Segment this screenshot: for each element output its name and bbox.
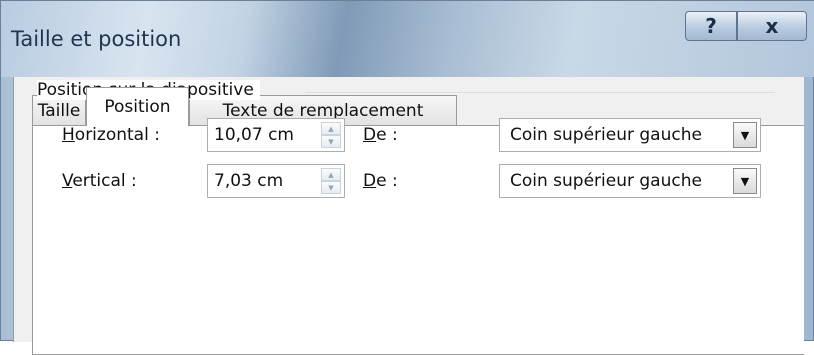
spin-down-icon[interactable]: ▼ — [321, 135, 341, 148]
vertical-spinner[interactable]: 7,03 cm ▲ ▼ — [207, 164, 345, 198]
chevron-down-icon[interactable]: ▼ — [733, 168, 757, 194]
horizontal-value: 10,07 cm — [214, 125, 294, 145]
spin-up-icon[interactable]: ▲ — [321, 122, 341, 135]
tab-panel — [32, 125, 804, 355]
close-button[interactable]: x — [737, 11, 807, 41]
horizontal-de-label: De : — [363, 125, 398, 145]
vertical-from-value: Coin supérieur gauche — [510, 171, 702, 191]
vertical-de-label: De : — [363, 171, 398, 191]
horizontal-from-value: Coin supérieur gauche — [510, 125, 702, 145]
title-bar[interactable]: Taille et position ? x — [1, 1, 814, 77]
help-button[interactable]: ? — [685, 11, 737, 41]
dialog-client-area: Taille Position Texte de remplacement — [13, 77, 804, 355]
horizontal-spinner[interactable]: 10,07 cm ▲ ▼ — [207, 118, 345, 152]
vertical-from-select[interactable]: Coin supérieur gauche ▼ — [499, 164, 761, 198]
horizontal-spin-arrows: ▲ ▼ — [321, 122, 341, 148]
vertical-spin-arrows: ▲ ▼ — [321, 168, 341, 194]
dialog-window: Taille et position ? x Taille Position T… — [0, 0, 814, 355]
chevron-down-icon[interactable]: ▼ — [733, 122, 757, 148]
tab-position[interactable]: Position — [86, 87, 189, 126]
horizontal-from-select[interactable]: Coin supérieur gauche ▼ — [499, 118, 761, 152]
group-divider — [305, 92, 775, 93]
spin-up-icon[interactable]: ▲ — [321, 168, 341, 181]
close-icon: x — [765, 14, 779, 38]
spin-down-icon[interactable]: ▼ — [321, 181, 341, 194]
vertical-label: Vertical : — [62, 171, 137, 191]
vertical-value: 7,03 cm — [214, 171, 284, 191]
horizontal-label: Horizontal : — [62, 125, 160, 145]
dialog-title: Taille et position — [11, 27, 182, 51]
help-icon: ? — [705, 14, 717, 38]
